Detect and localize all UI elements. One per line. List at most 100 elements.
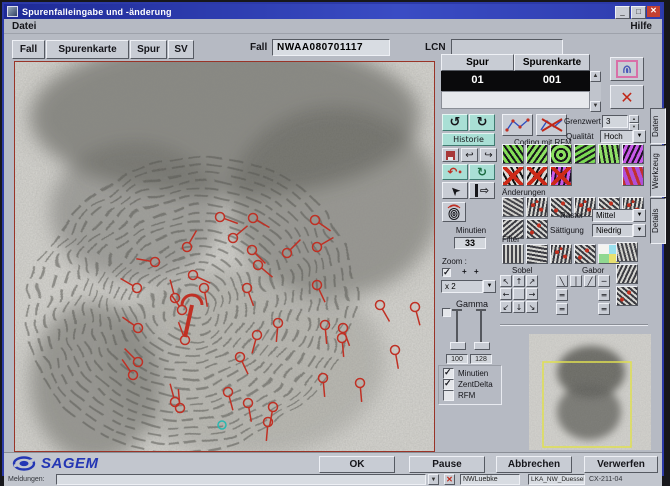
ok-button[interactable]: OK <box>319 456 395 473</box>
abbrechen-button[interactable]: Abbrechen <box>496 456 572 473</box>
coding-off-button[interactable] <box>536 114 567 136</box>
pattern-ridges-green-a-button[interactable] <box>502 144 524 164</box>
gabor-orientation-button[interactable]: ═ <box>598 289 610 301</box>
sobel-direction-button[interactable]: ← <box>500 288 512 300</box>
pattern-ridges-red-x-button[interactable] <box>526 166 548 186</box>
sobel-direction-button[interactable]: → <box>526 288 538 300</box>
pattern-gray-a-button[interactable] <box>502 197 524 217</box>
gr2-button[interactable] <box>616 286 638 306</box>
verwerfen-button[interactable]: Verwerfen <box>584 456 658 473</box>
flip-left-button[interactable]: ↩ <box>461 148 478 162</box>
tab-spur[interactable]: Spur <box>130 40 167 59</box>
saettigung-select[interactable]: Niedrig ▼ <box>592 224 646 237</box>
chevron-down-icon[interactable]: ▼ <box>633 209 646 222</box>
pattern-ridges-green-c-button[interactable] <box>574 144 596 164</box>
pattern-ridges-purple-button[interactable] <box>622 144 644 164</box>
rotate-button[interactable]: ↻ <box>469 164 495 180</box>
sobel-direction-button[interactable]: ↙ <box>500 301 512 313</box>
column-header-spur[interactable]: Spur <box>441 54 514 71</box>
menu-hilfe[interactable]: Hilfe <box>630 21 652 32</box>
gabor-orientation-button[interactable]: ═ <box>598 303 610 315</box>
tab-spurenkarte[interactable]: Spurenkarte <box>46 40 129 59</box>
scroll-up-icon[interactable]: ▲ <box>590 71 601 82</box>
sobel-direction-button[interactable]: ↖ <box>500 275 512 287</box>
undo-button[interactable]: ↺ <box>442 114 468 131</box>
pointer-tool-button[interactable]: ➤ <box>442 182 468 199</box>
meldungen-dropdown-icon[interactable]: ▼ <box>428 474 439 485</box>
brightness-slider[interactable] <box>446 308 468 352</box>
trace-row-spurenkarte[interactable]: 001 <box>514 71 590 91</box>
scroll-down-icon[interactable]: ▼ <box>590 101 601 112</box>
fingerprint-image-canvas[interactable] <box>14 61 435 452</box>
historie-button[interactable]: Historie <box>442 133 495 146</box>
coding-on-button[interactable] <box>502 114 533 136</box>
zoom-checkbox[interactable] <box>442 268 451 277</box>
checkbox[interactable] <box>443 390 454 401</box>
sobel-direction-button[interactable]: ↗ <box>526 275 538 287</box>
rescan-button[interactable] <box>442 202 466 222</box>
contrast-slider[interactable] <box>470 308 492 352</box>
spin-up-icon[interactable]: ▲ <box>629 115 639 123</box>
minimize-button[interactable]: _ <box>615 6 630 19</box>
pattern-ridges-purple-red-button[interactable] <box>622 166 644 186</box>
pattern-ridges-bw-x-button[interactable] <box>502 166 524 186</box>
zoom-in-icon[interactable]: + <box>462 267 467 276</box>
zoom-out-icon[interactable]: + <box>474 267 479 276</box>
fingerprint-preview[interactable] <box>529 334 651 450</box>
pause-button[interactable]: Pause <box>409 456 485 473</box>
gabor-orientation-button[interactable]: ═ <box>556 303 568 315</box>
gr2-button[interactable] <box>526 219 548 239</box>
slider-thumb[interactable] <box>450 342 466 350</box>
trace-table-scrollbar[interactable]: ▲ ▼ <box>590 71 601 109</box>
delete-trace-button[interactable]: ✕ <box>610 85 644 109</box>
gr2-button[interactable] <box>574 244 596 264</box>
overlay-check-minutien[interactable]: Minutien <box>443 368 501 379</box>
gabor-orientation-button[interactable]: │ <box>570 275 582 287</box>
show-trace-image-button[interactable] <box>610 57 644 81</box>
pattern-gray-e-button[interactable] <box>616 242 638 262</box>
raster-select[interactable]: Mittel ▼ <box>592 209 646 222</box>
redo-button[interactable]: ↻ <box>469 114 495 131</box>
tab-sv[interactable]: SV <box>168 40 194 59</box>
clear-message-icon[interactable]: ✕ <box>444 474 455 485</box>
menu-datei[interactable]: Datei <box>12 21 36 32</box>
zoom-factor-select[interactable]: x 2 ▼ <box>441 280 496 293</box>
column-header-spurenkarte[interactable]: Spurenkarte <box>514 54 590 71</box>
save-button[interactable] <box>442 148 459 162</box>
maximize-button[interactable]: □ <box>631 6 646 19</box>
pattern-gray-f-button[interactable] <box>616 264 638 284</box>
overlay-check-zentdelta[interactable]: ZentDelta <box>443 379 501 390</box>
chevron-down-icon[interactable]: ▼ <box>483 280 496 293</box>
sobel-direction-button[interactable]: ↘ <box>526 301 538 313</box>
sobel-direction-button[interactable]: ↓ <box>513 301 525 313</box>
gray-red-button[interactable] <box>550 244 572 264</box>
gray-red-button[interactable] <box>526 197 548 217</box>
trace-row-spur[interactable]: 01 <box>441 71 514 91</box>
tab-details[interactable]: Details <box>650 198 666 244</box>
pattern-gray-d-button[interactable] <box>526 244 548 264</box>
pattern-ridges-purple-x-button[interactable] <box>550 166 572 186</box>
close-button[interactable]: ✕ <box>647 6 660 17</box>
pattern-ridges-green-b-button[interactable] <box>526 144 548 164</box>
chevron-down-icon[interactable]: ▼ <box>633 224 646 237</box>
set-core-button[interactable]: ↶• <box>442 164 468 180</box>
grenzwert-input[interactable]: 3 <box>602 115 628 128</box>
gabor-orientation-button[interactable]: ─ <box>598 275 610 287</box>
sobel-direction-button[interactable]: ↑ <box>513 275 525 287</box>
tab-fall[interactable]: Fall <box>12 40 45 59</box>
tab-werkzeug[interactable]: Werkzeug <box>650 145 666 197</box>
exit-button[interactable]: ⇨ <box>469 182 495 199</box>
pattern-gray-c-button[interactable] <box>502 244 524 264</box>
pattern-ridges-green-d-button[interactable] <box>598 144 620 164</box>
grenzwert-spinner[interactable]: ▲ ▼ <box>629 115 639 128</box>
slider-thumb[interactable] <box>474 342 490 350</box>
gabor-orientation-button[interactable]: ╱ <box>584 275 596 287</box>
pattern-whorl-green-button[interactable] <box>550 144 572 164</box>
fall-input[interactable]: NWAA080701117 <box>272 39 390 56</box>
gabor-orientation-button[interactable]: ╲ <box>556 275 568 287</box>
meldungen-field[interactable] <box>56 474 426 485</box>
qualitaet-select[interactable]: Hoch ▼ <box>600 130 646 143</box>
sobel-direction-button[interactable] <box>513 288 525 300</box>
overlay-check-rfm[interactable]: RFM <box>443 390 501 401</box>
checkbox[interactable] <box>443 379 454 390</box>
